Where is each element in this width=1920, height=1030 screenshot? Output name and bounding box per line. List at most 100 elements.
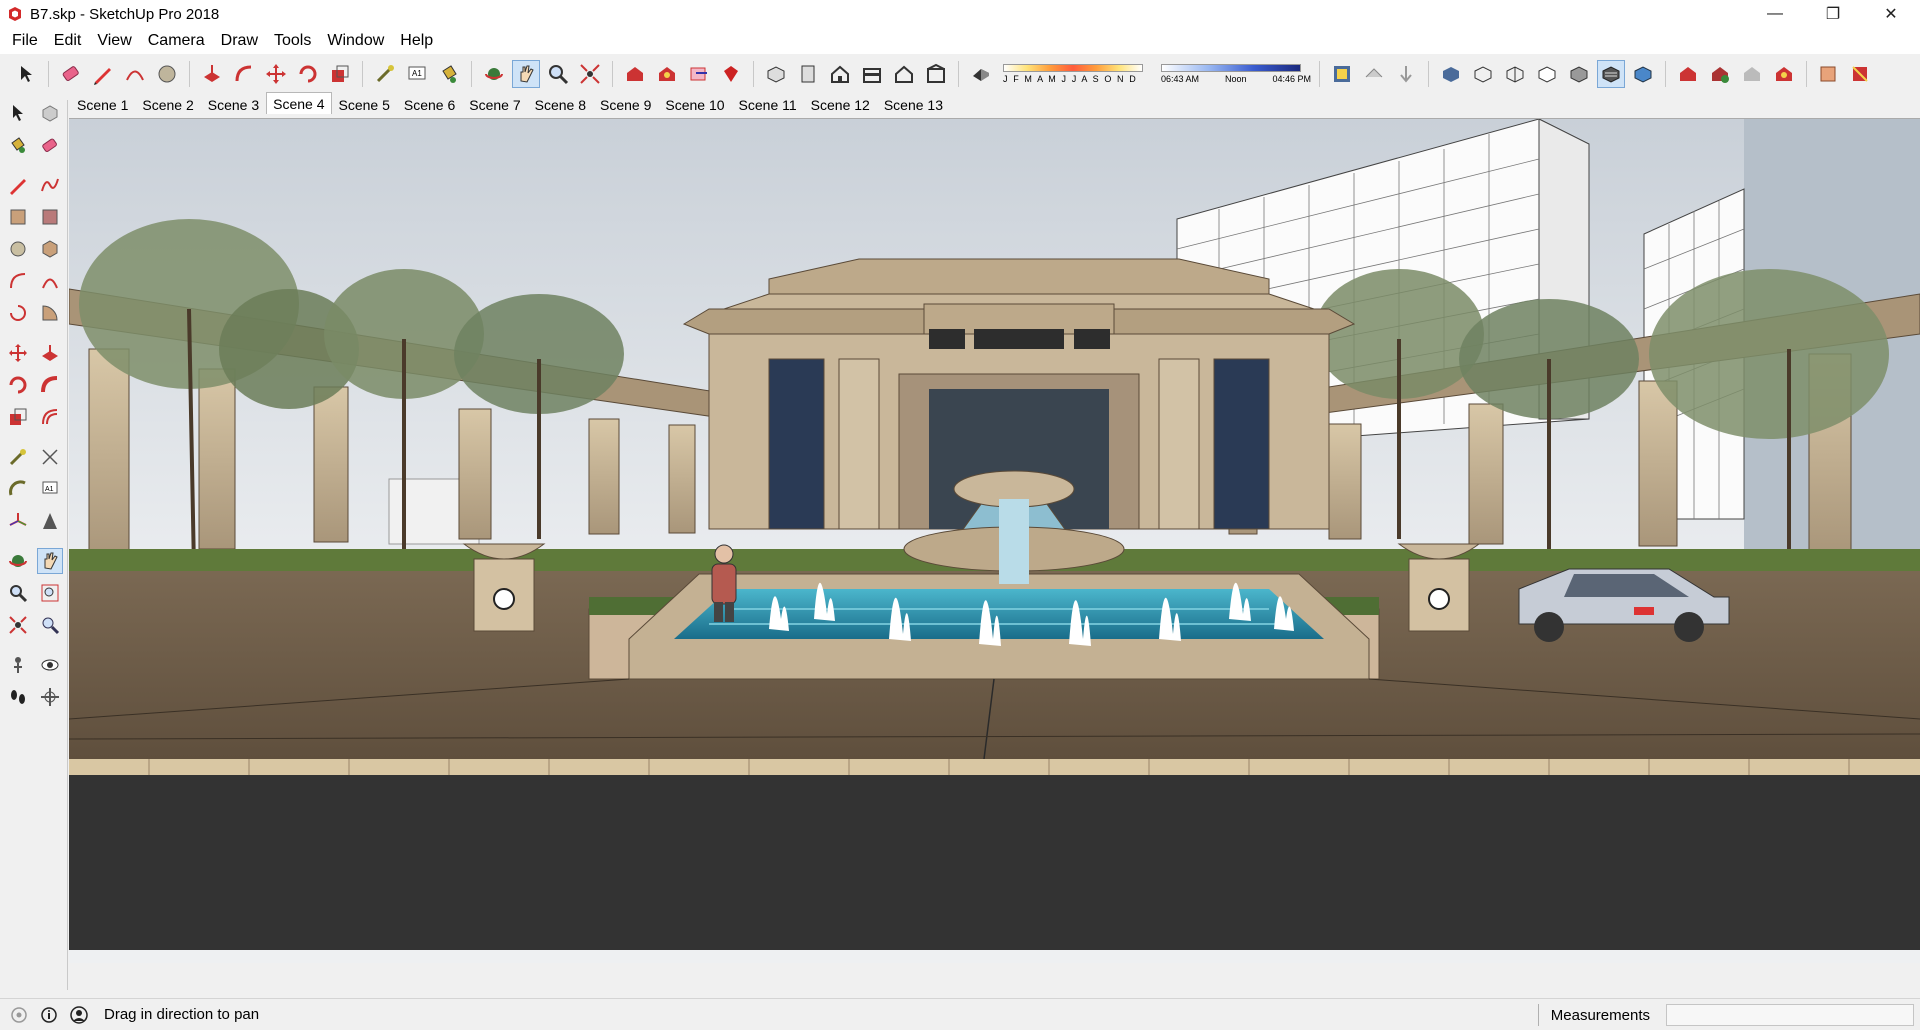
menu-help[interactable]: Help bbox=[392, 28, 441, 54]
rotate-tool-icon[interactable] bbox=[294, 60, 322, 88]
shadow-time-bar[interactable] bbox=[1161, 64, 1301, 72]
tab-scene-8[interactable]: Scene 8 bbox=[528, 94, 593, 114]
section-plane-tool-icon[interactable] bbox=[37, 684, 63, 710]
follow-me-icon[interactable] bbox=[37, 372, 63, 398]
shadow-date-bar[interactable] bbox=[1003, 64, 1143, 72]
render-settings-icon[interactable] bbox=[1706, 60, 1734, 88]
section-plane-icon[interactable] bbox=[1328, 60, 1356, 88]
circle-tool-icon[interactable] bbox=[5, 236, 31, 262]
close-button[interactable]: ✕ bbox=[1862, 0, 1920, 28]
tab-scene-12[interactable]: Scene 12 bbox=[804, 94, 877, 114]
position-camera-icon[interactable] bbox=[5, 652, 31, 678]
layout-send-icon[interactable] bbox=[685, 60, 713, 88]
plugin-icon-2[interactable] bbox=[1770, 60, 1798, 88]
orbit-icon[interactable] bbox=[5, 548, 31, 574]
arc-tool-icon[interactable] bbox=[5, 268, 31, 294]
select-tool-icon[interactable] bbox=[5, 100, 31, 126]
protractor-icon[interactable] bbox=[5, 476, 31, 502]
plugin-icon[interactable] bbox=[1738, 60, 1766, 88]
two-point-arc-icon[interactable] bbox=[37, 268, 63, 294]
iso-view-icon[interactable] bbox=[762, 60, 790, 88]
three-point-arc-icon[interactable] bbox=[5, 300, 31, 326]
menu-window[interactable]: Window bbox=[319, 28, 392, 54]
menu-tools[interactable]: Tools bbox=[266, 28, 319, 54]
move-tool-icon[interactable] bbox=[262, 60, 290, 88]
components-icon[interactable] bbox=[1847, 60, 1875, 88]
menu-edit[interactable]: Edit bbox=[46, 28, 90, 54]
zoom-extents-icon[interactable] bbox=[5, 612, 31, 638]
rotate-tool-icon[interactable] bbox=[5, 372, 31, 398]
zoom-window-icon[interactable] bbox=[37, 580, 63, 606]
polygon-tool-icon[interactable] bbox=[37, 236, 63, 262]
measurements-input[interactable] bbox=[1666, 1004, 1914, 1026]
xray-style-icon[interactable] bbox=[1437, 60, 1465, 88]
scale-tool-icon[interactable] bbox=[326, 60, 354, 88]
axes-tool-icon[interactable] bbox=[5, 508, 31, 534]
left-view-icon[interactable] bbox=[922, 60, 950, 88]
shadow-date-slider[interactable]: J F M A M J J A S O N D bbox=[1003, 64, 1143, 84]
top-view-icon[interactable] bbox=[794, 60, 822, 88]
minimize-button[interactable]: — bbox=[1746, 0, 1804, 28]
tape-measure-icon[interactable] bbox=[371, 60, 399, 88]
push-pull-icon[interactable] bbox=[198, 60, 226, 88]
offset-tool-icon[interactable] bbox=[37, 404, 63, 430]
section-cut-icon[interactable] bbox=[1392, 60, 1420, 88]
eraser-icon[interactable] bbox=[57, 60, 85, 88]
right-view-icon[interactable] bbox=[858, 60, 886, 88]
menu-file[interactable]: File bbox=[4, 28, 46, 54]
user-account-icon[interactable] bbox=[68, 1004, 90, 1026]
tab-scene-13[interactable]: Scene 13 bbox=[877, 94, 950, 114]
tab-scene-7[interactable]: Scene 7 bbox=[462, 94, 527, 114]
tab-scene-1[interactable]: Scene 1 bbox=[70, 94, 135, 114]
ruby-console-icon[interactable] bbox=[717, 60, 745, 88]
pan-hand-icon[interactable] bbox=[512, 60, 540, 88]
front-view-icon[interactable] bbox=[826, 60, 854, 88]
shaded-textures-style-icon[interactable] bbox=[1597, 60, 1625, 88]
select-tool-icon[interactable] bbox=[12, 60, 40, 88]
tab-scene-11[interactable]: Scene 11 bbox=[732, 94, 804, 114]
move-tool-icon[interactable] bbox=[5, 340, 31, 366]
section-display-icon[interactable] bbox=[1360, 60, 1388, 88]
dimension-tool-icon[interactable] bbox=[37, 444, 63, 470]
menu-view[interactable]: View bbox=[89, 28, 139, 54]
hidden-line-style-icon[interactable] bbox=[1533, 60, 1561, 88]
render-icon[interactable] bbox=[1674, 60, 1702, 88]
text-tool-icon[interactable]: A1 bbox=[403, 60, 431, 88]
model-viewport[interactable] bbox=[69, 118, 1920, 963]
pie-tool-icon[interactable] bbox=[37, 300, 63, 326]
zoom-icon[interactable] bbox=[5, 580, 31, 606]
tab-scene-10[interactable]: Scene 10 bbox=[658, 94, 731, 114]
tab-scene-2[interactable]: Scene 2 bbox=[135, 94, 200, 114]
menu-draw[interactable]: Draw bbox=[213, 28, 266, 54]
paint-bucket-icon[interactable] bbox=[5, 132, 31, 158]
3d-text-icon[interactable] bbox=[37, 508, 63, 534]
tab-scene-4[interactable]: Scene 4 bbox=[266, 92, 332, 114]
tape-measure-icon[interactable] bbox=[5, 444, 31, 470]
materials-icon[interactable] bbox=[1815, 60, 1843, 88]
look-around-icon[interactable] bbox=[37, 652, 63, 678]
shadows-toggle-icon[interactable] bbox=[967, 60, 995, 88]
walk-footprints-icon[interactable] bbox=[5, 684, 31, 710]
back-edges-style-icon[interactable] bbox=[1469, 60, 1497, 88]
tab-scene-5[interactable]: Scene 5 bbox=[332, 94, 397, 114]
zoom-icon[interactable] bbox=[544, 60, 572, 88]
pan-hand-icon[interactable] bbox=[37, 548, 63, 574]
tab-scene-6[interactable]: Scene 6 bbox=[397, 94, 462, 114]
eraser-icon[interactable] bbox=[37, 132, 63, 158]
rectangle-tool-icon[interactable] bbox=[5, 204, 31, 230]
restore-button[interactable]: ❐ bbox=[1804, 0, 1862, 28]
tab-scene-9[interactable]: Scene 9 bbox=[593, 94, 658, 114]
warehouse-icon[interactable] bbox=[621, 60, 649, 88]
rotated-rectangle-icon[interactable] bbox=[37, 204, 63, 230]
shape-tool-icon[interactable] bbox=[153, 60, 181, 88]
arc-tool-icon[interactable] bbox=[121, 60, 149, 88]
wireframe-style-icon[interactable] bbox=[1501, 60, 1529, 88]
push-pull-icon[interactable] bbox=[37, 340, 63, 366]
orbit-icon[interactable] bbox=[480, 60, 508, 88]
shadow-time-slider[interactable]: 06:43 AM Noon 04:46 PM bbox=[1161, 64, 1311, 84]
shaded-style-icon[interactable] bbox=[1565, 60, 1593, 88]
back-view-icon[interactable] bbox=[890, 60, 918, 88]
credits-info-icon[interactable] bbox=[38, 1004, 60, 1026]
previous-view-icon[interactable] bbox=[37, 612, 63, 638]
freehand-tool-icon[interactable] bbox=[37, 172, 63, 198]
